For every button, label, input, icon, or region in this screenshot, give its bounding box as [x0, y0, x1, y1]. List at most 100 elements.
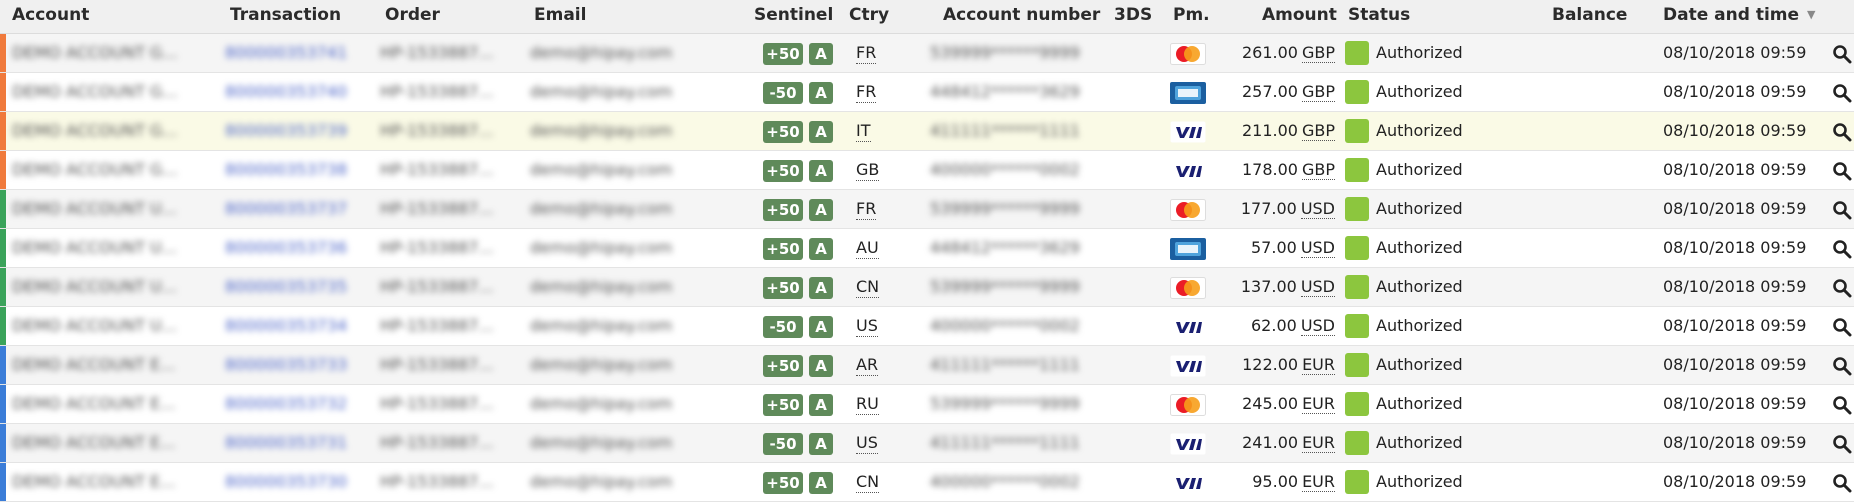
col-status[interactable]: Status — [1348, 0, 1410, 33]
sentinel-score-badge[interactable]: +50 — [763, 159, 803, 182]
search-icon[interactable] — [1832, 317, 1852, 337]
sentinel-score-badge[interactable]: +50 — [763, 237, 803, 260]
col-pm[interactable]: Pm. — [1173, 0, 1210, 33]
visa-icon — [1170, 316, 1206, 338]
transaction-link[interactable]: 800000353735 — [225, 268, 365, 306]
account-number-cell: 400000******0002 — [930, 472, 1080, 491]
search-icon[interactable] — [1832, 200, 1852, 220]
col-order[interactable]: Order — [385, 0, 440, 33]
amount-value: 257.00 — [1241, 82, 1298, 101]
search-icon[interactable] — [1832, 395, 1852, 415]
sentinel-grade-badge[interactable]: A — [809, 42, 833, 65]
status-indicator-icon — [1345, 470, 1369, 494]
table-row[interactable]: DEMO ACCOUNT E... 800000353732 HP-1533887.… — [0, 385, 1854, 424]
sentinel-grade-badge[interactable]: A — [809, 198, 833, 221]
sentinel-grade-badge[interactable]: A — [809, 393, 833, 416]
sentinel-score-badge[interactable]: +50 — [763, 120, 803, 143]
date-time-cell: 08/10/2018 09:59 — [1663, 433, 1807, 452]
table-row[interactable]: DEMO ACCOUNT U... 800000353734 HP-1533887.… — [0, 307, 1854, 346]
table-row[interactable]: DEMO ACCOUNT U... 800000353736 HP-1533887.… — [0, 229, 1854, 268]
col-amount[interactable]: Amount — [1262, 0, 1337, 33]
search-icon[interactable] — [1832, 473, 1852, 493]
table-row[interactable]: DEMO ACCOUNT E... 800000353731 HP-1533887.… — [0, 424, 1854, 463]
sentinel-grade-badge[interactable]: A — [809, 471, 833, 494]
sentinel-grade-badge[interactable]: A — [809, 81, 833, 104]
status-indicator-icon — [1345, 314, 1369, 338]
sentinel-grade-badge[interactable]: A — [809, 354, 833, 377]
table-row[interactable]: DEMO ACCOUNT G... 800000353741 HP-1533887.… — [0, 34, 1854, 73]
col-sentinel[interactable]: Sentinel — [754, 0, 833, 33]
search-icon[interactable] — [1832, 356, 1852, 376]
transaction-link[interactable]: 800000353733 — [225, 346, 365, 384]
search-icon[interactable] — [1832, 83, 1852, 103]
sentinel-score-badge[interactable]: +50 — [763, 393, 803, 416]
table-row[interactable]: DEMO ACCOUNT U... 800000353737 HP-1533887.… — [0, 190, 1854, 229]
search-icon[interactable] — [1832, 122, 1852, 142]
table-row[interactable]: DEMO ACCOUNT U... 800000353735 HP-1533887.… — [0, 268, 1854, 307]
currency-code: USD — [1300, 277, 1335, 297]
sentinel-cell: +50 A — [763, 34, 843, 72]
sentinel-grade-badge[interactable]: A — [809, 159, 833, 182]
col-account-number[interactable]: Account number — [943, 0, 1100, 33]
transaction-link[interactable]: 800000353736 — [225, 229, 365, 267]
table-row[interactable]: DEMO ACCOUNT G... 800000353738 HP-1533887.… — [0, 151, 1854, 190]
sentinel-cell: +50 A — [763, 112, 843, 150]
sentinel-grade-badge[interactable]: A — [809, 237, 833, 260]
sentinel-cell: +50 A — [763, 463, 843, 501]
col-email[interactable]: Email — [534, 0, 586, 33]
country-cell: FR — [856, 73, 896, 111]
sentinel-grade-badge[interactable]: A — [809, 120, 833, 143]
transaction-link[interactable]: 800000353738 — [225, 151, 365, 189]
country-cell: CN — [856, 463, 896, 501]
search-icon[interactable] — [1832, 44, 1852, 64]
transaction-link[interactable]: 800000353741 — [225, 34, 365, 72]
sentinel-score-badge[interactable]: -50 — [763, 315, 803, 338]
date-time-cell: 08/10/2018 09:59 — [1663, 316, 1807, 335]
col-date[interactable]: Date and time ▼ — [1663, 0, 1816, 33]
table-row[interactable]: DEMO ACCOUNT G... 800000353740 HP-1533887.… — [0, 73, 1854, 112]
currency-code: GBP — [1301, 121, 1335, 141]
transaction-link[interactable]: 800000353734 — [225, 307, 365, 345]
search-icon[interactable] — [1832, 239, 1852, 259]
sentinel-score-badge[interactable]: -50 — [763, 432, 803, 455]
transaction-link[interactable]: 800000353737 — [225, 190, 365, 228]
status-text: Authorized — [1376, 43, 1463, 62]
sentinel-score-badge[interactable]: +50 — [763, 42, 803, 65]
country-code: FR — [856, 199, 877, 220]
sentinel-score-badge[interactable]: +50 — [763, 198, 803, 221]
amount-value: 261.00 — [1241, 43, 1298, 62]
sentinel-score-badge[interactable]: -50 — [763, 81, 803, 104]
col-transaction[interactable]: Transaction — [230, 0, 341, 33]
sentinel-grade-badge[interactable]: A — [809, 315, 833, 338]
col-3ds[interactable]: 3DS — [1114, 0, 1152, 33]
sentinel-score-badge[interactable]: +50 — [763, 471, 803, 494]
amount-cell: 211.00 GBP — [1225, 112, 1335, 150]
account-color-stripe — [0, 424, 6, 462]
visa-icon — [1170, 160, 1206, 182]
col-account[interactable]: Account — [12, 0, 89, 33]
table-row[interactable]: DEMO ACCOUNT G... 800000353739 HP-1533887.… — [0, 112, 1854, 151]
sentinel-grade-badge[interactable]: A — [809, 276, 833, 299]
date-time-cell: 08/10/2018 09:59 — [1663, 82, 1807, 101]
col-ctry[interactable]: Ctry — [849, 0, 889, 33]
email-cell: demo@hipay.com — [530, 199, 673, 218]
table-row[interactable]: DEMO ACCOUNT E... 800000353730 HP-1533887.… — [0, 463, 1854, 502]
col-balance[interactable]: Balance — [1552, 0, 1627, 33]
transaction-link[interactable]: 800000353730 — [225, 463, 365, 501]
country-code: CN — [856, 277, 880, 298]
search-icon[interactable] — [1832, 434, 1852, 454]
transaction-link[interactable]: 800000353739 — [225, 112, 365, 150]
transaction-link[interactable]: 800000353732 — [225, 385, 365, 423]
transaction-link[interactable]: 800000353731 — [225, 424, 365, 462]
search-icon[interactable] — [1832, 278, 1852, 298]
sentinel-score-badge[interactable]: +50 — [763, 354, 803, 377]
account-number-cell: 411111******1111 — [930, 355, 1080, 374]
transaction-link[interactable]: 800000353740 — [225, 73, 365, 111]
sentinel-cell: +50 A — [763, 346, 843, 384]
table-row[interactable]: DEMO ACCOUNT E... 800000353733 HP-1533887.… — [0, 346, 1854, 385]
sort-desc-icon[interactable]: ▼ — [1807, 8, 1815, 21]
sentinel-grade-badge[interactable]: A — [809, 432, 833, 455]
search-icon[interactable] — [1832, 161, 1852, 181]
amount-value: 57.00 — [1251, 238, 1297, 257]
sentinel-score-badge[interactable]: +50 — [763, 276, 803, 299]
